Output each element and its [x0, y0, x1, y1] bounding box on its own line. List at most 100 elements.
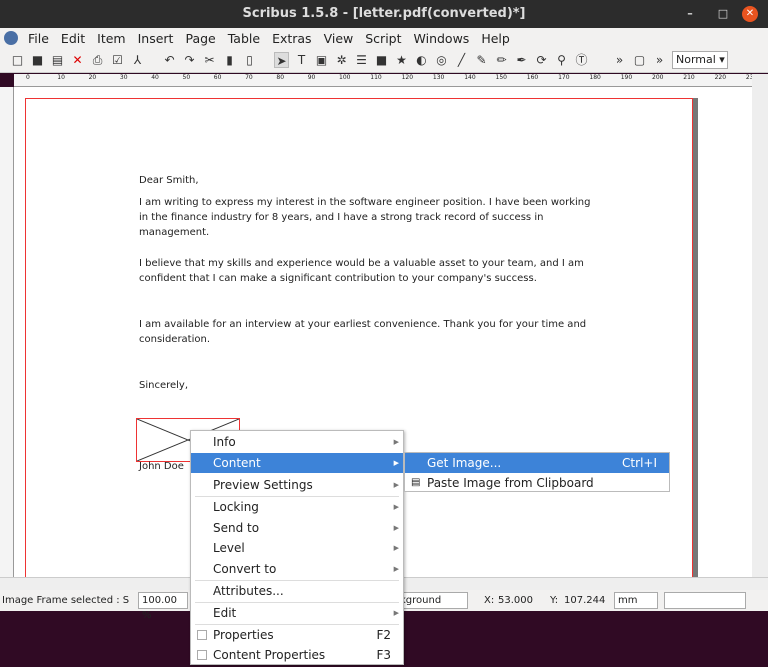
select-tool-icon[interactable]: ➤	[274, 52, 289, 68]
ruler-tick-label: 100	[339, 74, 351, 81]
zoom-field[interactable]: 100.00 %	[138, 592, 188, 621]
toolbar: □ ■ ▤ ✕ ⎙ ☑ ⅄ ↶ ↷ ✂ ▮ ▯ ➤ T ▣ ✲ ☰ ■ ★ ◐ …	[0, 48, 768, 73]
spiral-icon[interactable]: ◎	[434, 52, 449, 68]
view-mode-value: Normal	[676, 53, 716, 66]
ruler-tick-label: 40	[151, 74, 159, 81]
polygon-icon[interactable]: ★	[394, 52, 409, 68]
line-icon[interactable]: ╱	[454, 52, 469, 68]
vertical-ruler	[0, 87, 14, 577]
menu-table[interactable]: Table	[222, 31, 266, 46]
label: Content Properties	[213, 648, 326, 662]
menu-edit[interactable]: Edit	[55, 31, 91, 46]
more-tools-button[interactable]: »	[612, 52, 627, 68]
vertical-scrollbar[interactable]	[752, 74, 768, 577]
label: Locking	[213, 500, 259, 514]
calligraphic-icon[interactable]: ✒	[514, 52, 529, 68]
shape-icon[interactable]: ■	[374, 52, 389, 68]
menu-locking[interactable]: Locking ▶	[191, 497, 403, 517]
more-view-button[interactable]: »	[652, 52, 667, 68]
layer-select[interactable]: kground	[396, 592, 468, 609]
ruler-tick-label: 10	[57, 74, 65, 81]
ruler-tick-label: 210	[683, 74, 695, 81]
title-bar: Scribus 1.5.8 - [letter.pdf(converted)*]…	[0, 0, 768, 28]
menu-edit-sub[interactable]: Edit ▶	[191, 603, 403, 623]
menu-windows[interactable]: Windows	[408, 31, 476, 46]
preview-mode-icon[interactable]: ▢	[632, 52, 647, 68]
maximize-button[interactable]: □	[716, 7, 730, 21]
open-icon[interactable]: ■	[30, 52, 45, 68]
menu-convert-to[interactable]: Convert to ▶	[191, 559, 403, 579]
menu-attributes[interactable]: Attributes...	[191, 581, 403, 601]
content-submenu: Get Image... Ctrl+I ▤ Paste Image from Cli…	[404, 452, 670, 492]
rotate-icon[interactable]: ⟳	[534, 52, 549, 68]
print-icon[interactable]: ⎙	[90, 52, 105, 68]
x-label: X:	[484, 595, 495, 606]
close-button[interactable]: ✕	[742, 6, 758, 22]
undo-icon[interactable]: ↶	[162, 52, 177, 68]
view-mode-select[interactable]: Normal ▾	[672, 51, 728, 69]
zoom-icon[interactable]: ⚲	[554, 52, 569, 68]
menu-info[interactable]: Info ▶	[191, 432, 403, 452]
menu-paste-image[interactable]: ▤ Paste Image from Clipboard	[405, 473, 669, 493]
export-pdf-icon[interactable]: ⅄	[130, 52, 145, 68]
paste-icon[interactable]: ▯	[242, 52, 257, 68]
menu-preview-settings[interactable]: Preview Settings ▶	[191, 475, 403, 495]
paragraph-1: I am writing to express my interest in t…	[139, 197, 591, 238]
menu-get-image[interactable]: Get Image... Ctrl+I	[405, 453, 669, 473]
menu-level[interactable]: Level ▶	[191, 538, 403, 558]
text-frame-icon[interactable]: T	[294, 52, 309, 68]
bezier-icon[interactable]: ✎	[474, 52, 489, 68]
menu-page[interactable]: Page	[179, 31, 221, 46]
closing: Sincerely,	[139, 380, 189, 391]
horizontal-ruler: 0 10 20 30 40 50 60 70 80 90 100 110 120 130 140 150 160…	[14, 74, 757, 87]
table-icon[interactable]: ☰	[354, 52, 369, 68]
menu-properties[interactable]: Properties F2	[191, 625, 403, 645]
render-frame-icon[interactable]: ✲	[334, 52, 349, 68]
status-input[interactable]	[664, 592, 746, 609]
cut-icon[interactable]: ✂	[202, 52, 217, 68]
menu-content[interactable]: Content ▶	[191, 453, 403, 473]
edit-text-icon[interactable]: Ⓣ	[574, 52, 589, 68]
checkbox-icon	[197, 630, 207, 640]
label: Properties	[213, 628, 274, 642]
menu-content-properties[interactable]: Content Properties F3	[191, 645, 403, 665]
new-document-icon[interactable]: □	[10, 52, 25, 68]
menu-send-to[interactable]: Send to ▶	[191, 518, 403, 538]
ruler-tick-label: 120	[401, 74, 414, 81]
redo-icon[interactable]: ↷	[182, 52, 197, 68]
close-document-icon[interactable]: ✕	[70, 52, 85, 68]
checkbox-icon	[197, 650, 207, 660]
image-frame-icon[interactable]: ▣	[314, 52, 329, 68]
menu-file[interactable]: File	[22, 31, 55, 46]
label: Preview Settings	[213, 478, 313, 492]
label: Level	[213, 541, 245, 555]
menu-view[interactable]: View	[318, 31, 360, 46]
paste-icon: ▤	[411, 477, 421, 488]
preflight-icon[interactable]: ☑	[110, 52, 125, 68]
unit-select[interactable]: mm	[614, 592, 658, 609]
copy-icon[interactable]: ▮	[222, 52, 237, 68]
ruler-tick-label: 140	[464, 74, 476, 81]
label: Content	[213, 456, 261, 470]
minimize-button[interactable]: –	[683, 7, 697, 21]
ruler-tick-label: 150	[495, 74, 507, 81]
paragraph-2: I believe that my skills and experience …	[139, 258, 584, 284]
ruler-tick-label: 70	[245, 74, 253, 81]
menu-script[interactable]: Script	[359, 31, 407, 46]
label: Paste Image from Clipboard	[427, 476, 594, 490]
freehand-icon[interactable]: ✏	[494, 52, 509, 68]
save-icon[interactable]: ▤	[50, 52, 65, 68]
x-value: 53.000	[498, 595, 533, 606]
ruler-tick-label: 220	[714, 74, 727, 81]
menu-help[interactable]: Help	[475, 31, 516, 46]
menu-insert[interactable]: Insert	[132, 31, 180, 46]
ruler-tick-label: 60	[213, 74, 222, 81]
ruler-tick-label: 180	[589, 74, 601, 81]
ruler-tick-label: 110	[370, 74, 382, 81]
ruler-tick-label: 200	[652, 74, 664, 81]
menu-extras[interactable]: Extras	[266, 31, 318, 46]
menu-item[interactable]: Item	[91, 31, 131, 46]
label: Convert to	[213, 562, 277, 576]
arc-icon[interactable]: ◐	[414, 52, 429, 68]
ruler-tick-label: 130	[432, 74, 445, 81]
